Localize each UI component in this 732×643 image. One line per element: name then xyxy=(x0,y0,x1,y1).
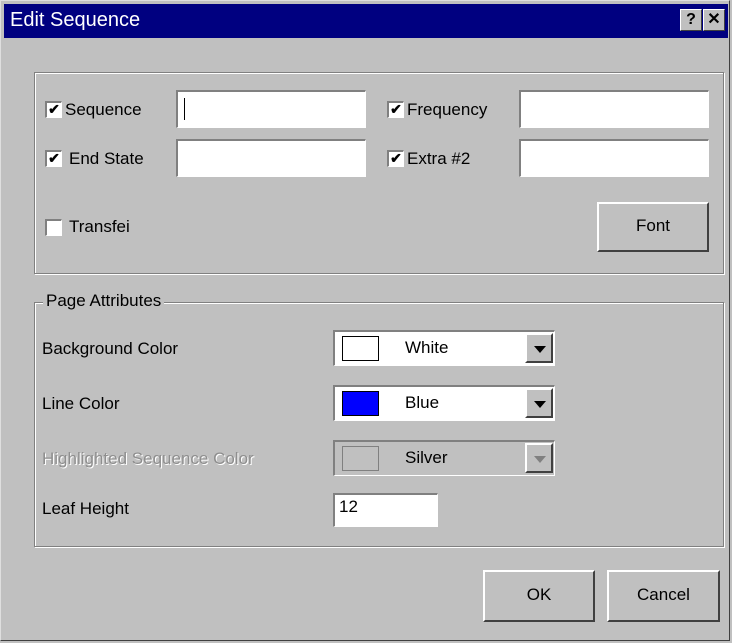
chevron-down-icon xyxy=(534,456,546,463)
end-state-input[interactable] xyxy=(176,139,366,177)
title-bar[interactable]: Edit Sequence ? ✕ xyxy=(4,4,728,38)
line-color-dropdown-button[interactable] xyxy=(525,388,553,418)
end-state-label: End State xyxy=(69,149,144,168)
dialog-title: Edit Sequence xyxy=(10,9,141,31)
highlighted-sequence-color-dropdown-button[interactable] xyxy=(525,443,553,473)
background-color-value: White xyxy=(405,338,449,357)
background-color-swatch xyxy=(342,336,379,361)
sequence-input[interactable] xyxy=(176,90,366,128)
chevron-down-icon xyxy=(534,346,546,353)
cancel-button[interactable]: Cancel xyxy=(607,570,720,622)
background-color-label: Background Color xyxy=(42,339,179,358)
line-color-label: Line Color xyxy=(42,394,120,413)
highlighted-sequence-color-swatch xyxy=(342,446,379,471)
page-attributes-legend: Page Attributes xyxy=(43,291,165,311)
sequence-checkbox[interactable]: ✔ xyxy=(45,101,62,118)
transfer-checkbox[interactable] xyxy=(45,219,62,236)
frequency-label: Frequency xyxy=(407,100,488,119)
highlighted-sequence-color-select[interactable]: Silver xyxy=(333,440,555,476)
frequency-input[interactable] xyxy=(519,90,709,128)
close-button[interactable]: ✕ xyxy=(703,9,725,31)
chevron-down-icon xyxy=(534,401,546,408)
leaf-height-label: Leaf Height xyxy=(42,499,129,518)
edit-sequence-dialog: Edit Sequence ? ✕ ✔ Sequence ✔ Frequency… xyxy=(0,0,730,641)
transfer-label: Transfei xyxy=(69,217,130,236)
ok-button[interactable]: OK xyxy=(483,570,595,622)
sequence-label: Sequence xyxy=(65,100,142,119)
highlighted-sequence-color-value: Silver xyxy=(405,448,448,467)
frequency-checkbox[interactable]: ✔ xyxy=(387,101,404,118)
end-state-checkbox[interactable]: ✔ xyxy=(45,150,62,167)
line-color-swatch xyxy=(342,391,379,416)
extra-2-input[interactable] xyxy=(519,139,709,177)
background-color-dropdown-button[interactable] xyxy=(525,333,553,363)
extra-2-checkbox[interactable]: ✔ xyxy=(387,150,404,167)
text-caret xyxy=(184,98,185,120)
leaf-height-input[interactable]: 12 xyxy=(333,493,438,527)
highlighted-sequence-color-label: Highlighted Sequence Color xyxy=(42,449,254,468)
extra-2-label: Extra #2 xyxy=(407,149,471,168)
help-button[interactable]: ? xyxy=(680,9,702,31)
background-color-select[interactable]: White xyxy=(333,330,555,366)
line-color-select[interactable]: Blue xyxy=(333,385,555,421)
line-color-value: Blue xyxy=(405,393,440,412)
font-button[interactable]: Font xyxy=(597,202,709,252)
